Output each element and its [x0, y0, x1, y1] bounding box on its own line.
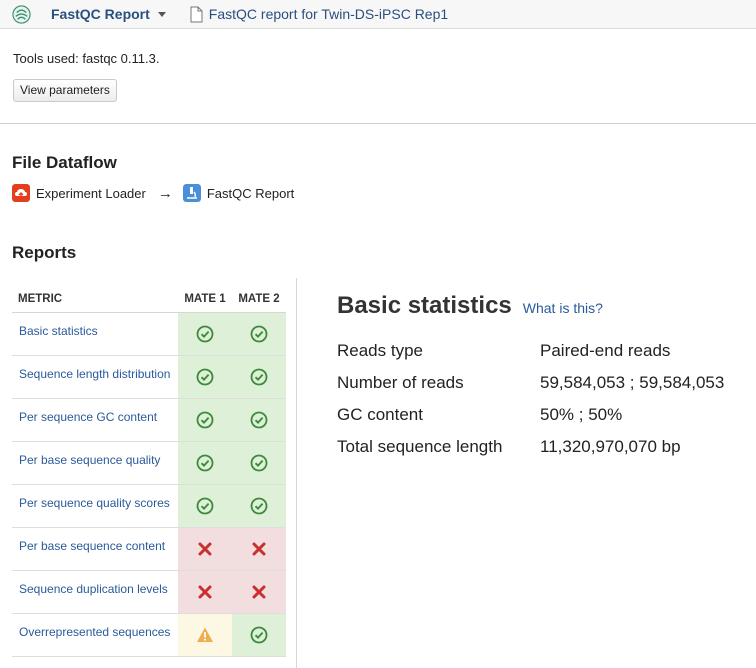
mate1-status-cell — [178, 527, 232, 571]
metric-name[interactable]: Per sequence GC content — [12, 398, 178, 442]
metric-name[interactable]: Overrepresented sequences — [12, 613, 178, 657]
column-header-mate1: MATE 1 — [178, 287, 232, 313]
check-circle-icon — [250, 368, 268, 386]
stat-row: Total sequence length 11,320,970,070 bp — [337, 437, 681, 457]
check-circle-icon — [196, 454, 214, 472]
dataflow-arrow: → — [157, 184, 173, 202]
mate2-status-cell — [232, 355, 286, 399]
check-circle-icon — [250, 626, 268, 644]
check-circle-icon — [196, 411, 214, 429]
mate2-status-cell — [232, 570, 286, 614]
mate2-status-cell — [232, 441, 286, 485]
stat-value: 50% ; 50% — [540, 405, 623, 424]
mate2-status-cell — [232, 484, 286, 528]
what-is-this-link[interactable]: What is this? — [523, 300, 603, 316]
mate1-status-cell — [178, 484, 232, 528]
app-logo-icon[interactable] — [12, 4, 31, 24]
cross-icon — [196, 583, 214, 601]
table-row[interactable]: Per sequence GC content — [12, 398, 286, 442]
metric-name[interactable]: Per base sequence quality — [12, 441, 178, 485]
file-dataflow-heading: File Dataflow — [12, 153, 117, 172]
check-circle-icon — [196, 325, 214, 343]
mate1-status-cell — [178, 570, 232, 614]
dataflow-source[interactable]: Experiment Loader — [36, 186, 146, 201]
check-circle-icon — [196, 497, 214, 515]
mate2-status-cell — [232, 527, 286, 571]
stat-row: GC content 50% ; 50% — [337, 405, 622, 425]
chevron-down-icon[interactable] — [156, 9, 168, 19]
column-header-metric: METRIC — [12, 287, 178, 313]
check-circle-icon — [250, 497, 268, 515]
mate2-status-cell — [232, 398, 286, 442]
cross-icon — [196, 540, 214, 558]
metric-name[interactable]: Sequence length distribution — [12, 355, 178, 399]
dataflow-row: Experiment Loader → FastQC Report — [12, 184, 294, 202]
mate2-status-cell — [232, 613, 286, 657]
top-bar: FastQC Report FastQC report for Twin-DS-… — [0, 0, 756, 29]
metric-name[interactable]: Per base sequence content — [12, 527, 178, 571]
cross-icon — [250, 540, 268, 558]
column-header-mate2: MATE 2 — [232, 287, 286, 313]
app-title[interactable]: FastQC Report — [51, 6, 150, 22]
stat-value: 59,584,053 ; 59,584,053 — [540, 373, 725, 392]
metric-name[interactable]: Per sequence quality scores — [12, 484, 178, 528]
document-icon — [190, 6, 203, 22]
table-row[interactable]: Per sequence quality scores — [12, 484, 286, 528]
reports-heading: Reports — [12, 243, 77, 262]
metric-name[interactable]: Sequence duplication levels — [12, 570, 178, 614]
vertical-divider — [296, 278, 297, 668]
mate2-status-cell — [232, 312, 286, 356]
stat-label: Number of reads — [337, 373, 464, 392]
stat-label: GC content — [337, 405, 423, 424]
stat-value: Paired-end reads — [540, 341, 671, 360]
basic-stats-title: Basic statistics — [337, 292, 512, 319]
table-row[interactable]: Per base sequence quality — [12, 441, 286, 485]
cloud-upload-icon — [12, 184, 30, 202]
table-row[interactable]: Sequence length distribution — [12, 355, 286, 399]
mate1-status-cell — [178, 355, 232, 399]
mate1-status-cell — [178, 613, 232, 657]
stat-label: Reads type — [337, 341, 423, 360]
table-row[interactable]: Basic statistics — [12, 312, 286, 356]
document-title: FastQC report for Twin-DS-iPSC Rep1 — [208, 6, 449, 22]
microscope-icon — [182, 184, 201, 202]
cross-icon — [250, 583, 268, 601]
stat-value: 11,320,970,070 bp — [540, 437, 681, 456]
check-circle-icon — [250, 411, 268, 429]
tools-section: Tools used: fastqc 0.11.3. View paramete… — [0, 29, 756, 124]
mate1-status-cell — [178, 441, 232, 485]
check-circle-icon — [250, 454, 268, 472]
table-row[interactable]: Overrepresented sequences — [12, 613, 286, 657]
mate1-status-cell — [178, 398, 232, 442]
stat-row: Number of reads 59,584,053 ; 59,584,053 — [337, 373, 724, 393]
mate1-status-cell — [178, 312, 232, 356]
table-row[interactable]: Sequence duplication levels — [12, 570, 286, 614]
tools-used-text: Tools used: fastqc 0.11.3. — [13, 51, 160, 66]
warning-triangle-icon — [196, 626, 214, 644]
stat-row: Reads type Paired-end reads — [337, 341, 670, 361]
reports-table: METRIC MATE 1 MATE 2 Basic statistics Seq… — [12, 287, 286, 657]
metric-name[interactable]: Basic statistics — [12, 312, 178, 356]
table-row[interactable]: Per base sequence content — [12, 527, 286, 571]
basic-stats-header: Basic statistics What is this? — [337, 292, 603, 320]
dataflow-target[interactable]: FastQC Report — [207, 186, 294, 201]
stat-label: Total sequence length — [337, 437, 503, 456]
view-parameters-button[interactable]: View parameters — [13, 79, 117, 102]
check-circle-icon — [250, 325, 268, 343]
check-circle-icon — [196, 368, 214, 386]
